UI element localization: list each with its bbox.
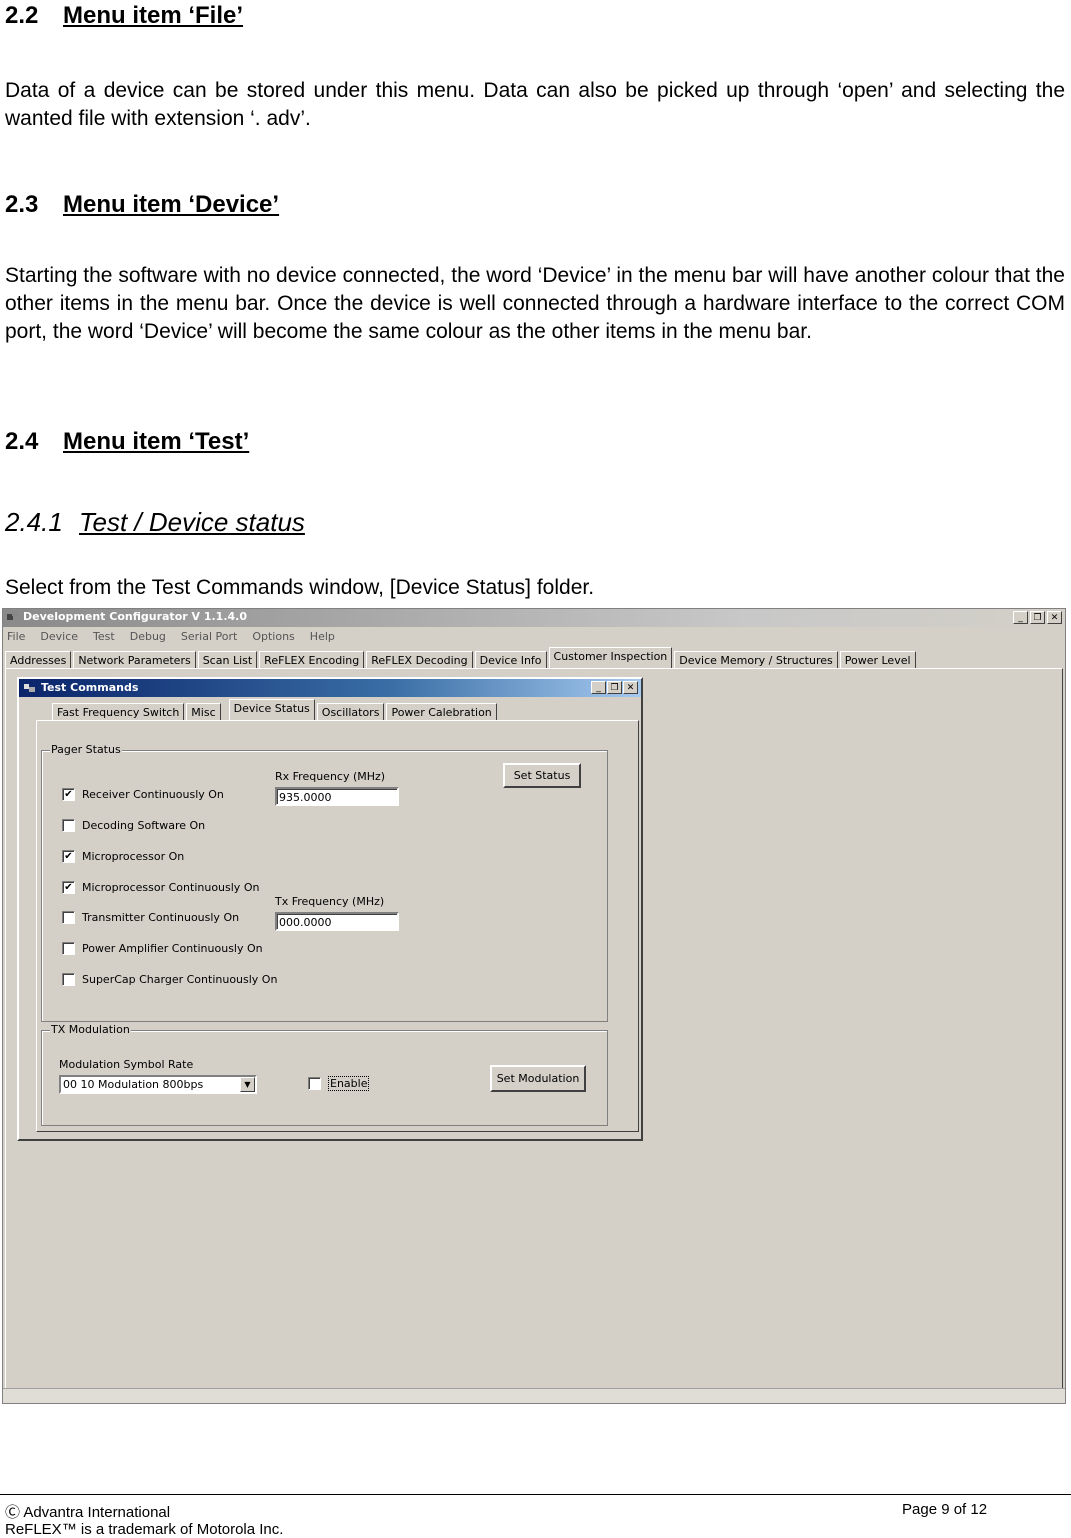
app-caption-buttons: _ ❐ ✕ <box>1013 611 1062 624</box>
section-title: Test / Device status <box>79 507 305 537</box>
tab-network-parameters[interactable]: Network Parameters <box>73 651 196 669</box>
menu-device[interactable]: Device <box>40 630 78 643</box>
menu-serial-port[interactable]: Serial Port <box>181 630 237 643</box>
close-button[interactable]: ✕ <box>623 681 638 694</box>
checkbox-label: Enable <box>328 1076 370 1091</box>
section-2-2-heading: 2.2 Menu item ‘File’ <box>5 2 243 30</box>
app-window: Development Configurator V 1.1.4.0 _ ❐ ✕… <box>2 608 1066 1404</box>
test-commands-tabs: Fast Frequency Switch Misc Device Status… <box>52 699 499 721</box>
test-commands-titlebar: Test Commands _ ❐ ✕ <box>19 679 641 697</box>
restore-button[interactable]: ❐ <box>1030 611 1045 624</box>
checkbox-label: Receiver Continuously On <box>82 788 224 801</box>
check-icon: ✔ <box>62 788 75 801</box>
tab-reflex-decoding[interactable]: ReFLEX Decoding <box>366 651 473 669</box>
section-2-4-1-body: Select from the Test Commands window, [D… <box>5 576 595 599</box>
check-icon: ✔ <box>62 881 75 894</box>
menu-bar: File Device Test Debug Serial Port Optio… <box>7 630 350 643</box>
checkbox-label: Decoding Software On <box>82 819 206 832</box>
chevron-down-icon[interactable]: ▼ <box>240 1077 255 1092</box>
section-2-4-1-heading: 2.4.1 Test / Device status <box>5 507 305 538</box>
section-number: 2.3 <box>5 191 39 218</box>
menu-debug[interactable]: Debug <box>130 630 166 643</box>
footer-page-number: Page 9 of 12 <box>902 1501 988 1518</box>
set-status-button[interactable]: Set Status <box>503 763 581 788</box>
checkbox-label: Microprocessor On <box>82 850 185 863</box>
tab-device-memory[interactable]: Device Memory / Structures <box>674 651 838 669</box>
footer-rule <box>0 1494 1071 1495</box>
menu-test[interactable]: Test <box>93 630 115 643</box>
tab-addresses[interactable]: Addresses <box>5 651 72 669</box>
supercap-charger-continuously-on-checkbox[interactable]: SuperCap Charger Continuously On <box>62 973 277 986</box>
microprocessor-continuously-on-checkbox[interactable]: ✔ Microprocessor Continuously On <box>62 881 259 894</box>
maximize-button[interactable]: ❐ <box>607 681 622 694</box>
set-modulation-button[interactable]: Set Modulation <box>490 1065 586 1092</box>
rx-frequency-input[interactable]: 935.0000 <box>275 787 399 806</box>
menu-file[interactable]: File <box>7 630 25 643</box>
horizontal-scrollbar[interactable] <box>3 1388 1065 1403</box>
close-button[interactable]: ✕ <box>1047 611 1062 624</box>
group-label: Pager Status <box>50 743 122 756</box>
check-icon <box>308 1077 321 1090</box>
transmitter-continuously-on-checkbox[interactable]: Transmitter Continuously On <box>62 911 239 924</box>
check-icon <box>62 973 75 986</box>
tab-power-calebration[interactable]: Power Calebration <box>386 703 497 721</box>
tab-customer-inspection[interactable]: Customer Inspection <box>548 647 673 669</box>
tab-device-status[interactable]: Device Status <box>228 699 315 721</box>
app-title: Development Configurator V 1.1.4.0 <box>23 610 247 623</box>
section-2-4-heading: 2.4 Menu item ‘Test’ <box>5 428 249 456</box>
select-value: 00 10 Modulation 800bps <box>63 1078 204 1091</box>
section-2-3-body: Starting the software with no device con… <box>5 264 1065 343</box>
app-icon <box>7 612 18 620</box>
checkbox-label: Transmitter Continuously On <box>82 911 240 924</box>
tab-oscillators[interactable]: Oscillators <box>316 703 385 721</box>
section-number: 2.2 <box>5 2 39 29</box>
tx-frequency-label: Tx Frequency (MHz) <box>275 895 385 908</box>
footer-trademark: ReFLEX™ is a trademark of Motorola Inc. <box>5 1521 284 1538</box>
tab-misc[interactable]: Misc <box>186 703 221 721</box>
power-amplifier-continuously-on-checkbox[interactable]: Power Amplifier Continuously On <box>62 942 263 955</box>
section-title: Menu item ‘File’ <box>63 2 244 29</box>
tab-power-level[interactable]: Power Level <box>839 651 916 669</box>
section-number: 2.4.1 <box>5 507 63 537</box>
tab-scan-list[interactable]: Scan List <box>197 651 258 669</box>
modulation-symbol-rate-label: Modulation Symbol Rate <box>59 1058 194 1071</box>
section-number: 2.4 <box>5 428 39 455</box>
app-titlebar: Development Configurator V 1.1.4.0 _ ❐ ✕ <box>3 609 1065 627</box>
footer-copyright: Ⓒ Advantra International <box>5 1504 171 1521</box>
tab-fast-frequency-switch[interactable]: Fast Frequency Switch <box>52 703 185 721</box>
microprocessor-on-checkbox[interactable]: ✔ Microprocessor On <box>62 850 184 863</box>
checkbox-label: SuperCap Charger Continuously On <box>82 973 278 986</box>
group-label: TX Modulation <box>50 1023 131 1036</box>
tab-device-info[interactable]: Device Info <box>474 651 547 669</box>
checkbox-label: Power Amplifier Continuously On <box>82 942 263 955</box>
section-2-2-body: Data of a device can be stored under thi… <box>5 79 1065 130</box>
child-caption-buttons: _ ❐ ✕ <box>591 681 638 694</box>
check-icon: ✔ <box>62 850 75 863</box>
menu-help[interactable]: Help <box>310 630 335 643</box>
main-tabs: Addresses Network Parameters Scan List R… <box>5 647 918 669</box>
receiver-continuously-on-checkbox[interactable]: ✔ Receiver Continuously On <box>62 788 224 801</box>
window-icon <box>24 684 35 692</box>
decoding-software-on-checkbox[interactable]: Decoding Software On <box>62 819 205 832</box>
tx-frequency-input[interactable]: 000.0000 <box>275 912 399 931</box>
tab-reflex-encoding[interactable]: ReFLEX Encoding <box>259 651 365 669</box>
checkbox-label: Microprocessor Continuously On <box>82 881 260 894</box>
check-icon <box>62 819 75 832</box>
section-2-3-heading: 2.3 Menu item ‘Device’ <box>5 191 279 219</box>
test-commands-title: Test Commands <box>41 681 139 694</box>
section-title: Menu item ‘Device’ <box>63 191 280 218</box>
rx-frequency-label: Rx Frequency (MHz) <box>275 770 386 783</box>
minimize-button[interactable]: _ <box>1013 611 1028 624</box>
menu-options[interactable]: Options <box>252 630 294 643</box>
check-icon <box>62 942 75 955</box>
section-title: Menu item ‘Test’ <box>63 428 250 455</box>
check-icon <box>62 911 75 924</box>
modulation-symbol-rate-select[interactable]: 00 10 Modulation 800bps ▼ <box>59 1075 257 1094</box>
enable-checkbox[interactable]: Enable <box>308 1076 370 1091</box>
minimize-button[interactable]: _ <box>591 681 606 694</box>
